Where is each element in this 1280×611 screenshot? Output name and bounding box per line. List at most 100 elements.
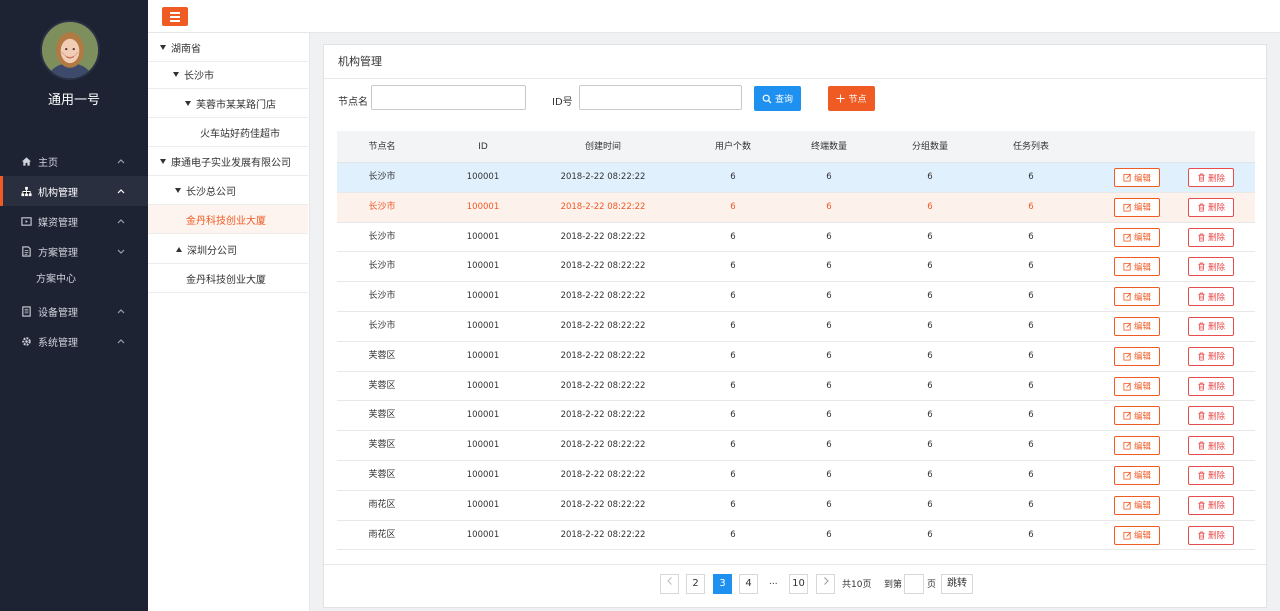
delete-button[interactable]: 删除 <box>1188 346 1234 366</box>
tree-node[interactable]: 康通电子实业发展有限公司 <box>148 147 308 176</box>
page-button-current[interactable]: 3 <box>713 574 732 594</box>
table-row[interactable]: 芙蓉区 100001 2018-2-22 08:22:22 6 6 6 6 编辑 删除 <box>337 371 1255 402</box>
delete-button[interactable]: 删除 <box>1188 197 1234 217</box>
edit-button[interactable]: 编辑 <box>1114 197 1160 217</box>
nav-item-plan[interactable]: 方案管理 <box>0 236 148 266</box>
delete-button[interactable]: 删除 <box>1188 287 1234 307</box>
table-row[interactable]: 长沙市 100001 2018-2-22 08:22:22 6 6 6 6 编辑 删除 <box>337 252 1255 283</box>
delete-button[interactable]: 删除 <box>1188 257 1234 277</box>
tree-node-selected[interactable]: 金丹科技创业大厦 <box>148 205 308 234</box>
table-row[interactable]: 长沙市 100001 2018-2-22 08:22:22 6 6 6 6 编辑 删除 <box>337 163 1255 193</box>
caret-down-icon[interactable] <box>173 71 179 77</box>
cell-users: 6 <box>730 201 736 212</box>
table-row[interactable]: 长沙市 100001 2018-2-22 08:22:22 6 6 6 6 编辑 删除 <box>337 311 1255 342</box>
table-row[interactable]: 雨花区 100001 2018-2-22 08:22:22 6 6 6 6 编辑 删除 <box>337 520 1255 551</box>
tree-node-label: 长沙市 <box>184 70 214 82</box>
nav-item-label: 主页 <box>38 157 58 169</box>
delete-button[interactable]: 删除 <box>1188 525 1234 545</box>
edit-button[interactable]: 编辑 <box>1114 168 1160 187</box>
page-button[interactable]: 10 <box>789 574 808 594</box>
nav-item-home[interactable]: 主页 <box>0 146 148 176</box>
id-input[interactable] <box>579 85 742 110</box>
page-button[interactable]: 4 <box>739 574 758 594</box>
caret-up-icon[interactable] <box>176 246 182 252</box>
nav-subitem-plan-center[interactable]: 方案中心 <box>0 266 148 294</box>
delete-button[interactable]: 删除 <box>1188 316 1234 336</box>
delete-button-label: 删除 <box>1207 262 1225 273</box>
page-unit-label: 页 <box>927 580 937 590</box>
next-page-button[interactable] <box>816 574 835 594</box>
goto-page-input[interactable] <box>904 574 924 594</box>
add-node-button[interactable]: 节点 <box>828 86 875 111</box>
caret-down-icon[interactable] <box>160 44 166 50</box>
hamburger-icon <box>170 15 180 18</box>
edit-button[interactable]: 编辑 <box>1114 406 1160 426</box>
edit-button[interactable]: 编辑 <box>1114 257 1160 277</box>
tree-node[interactable]: 长沙市 <box>148 60 308 89</box>
cell-id: 100001 <box>466 231 500 242</box>
cell-users: 6 <box>730 469 736 480</box>
page-button[interactable]: 2 <box>686 574 705 594</box>
edit-icon <box>1123 412 1131 420</box>
delete-button[interactable]: 删除 <box>1188 376 1234 396</box>
edit-button[interactable]: 编辑 <box>1114 227 1160 247</box>
edit-button-label: 编辑 <box>1133 233 1151 244</box>
tree-node[interactable]: 芙蓉市某某路门店 <box>148 89 308 118</box>
delete-button[interactable]: 删除 <box>1188 465 1234 485</box>
cell-id: 100001 <box>466 201 500 212</box>
tree-node[interactable]: 湖南省 <box>148 33 308 62</box>
tree-node[interactable]: 火车站好药佳超市 <box>148 118 308 147</box>
prev-page-button[interactable] <box>660 574 679 594</box>
nav-item-org[interactable]: 机构管理 <box>0 176 148 206</box>
delete-button[interactable]: 删除 <box>1188 168 1234 187</box>
avatar[interactable] <box>40 20 100 80</box>
tree-node[interactable]: 长沙总公司 <box>148 176 308 205</box>
org-table: 节点名 ID 创建时间 用户个数 终端数量 分组数量 任务列表 长沙市 100001 2018-… <box>337 131 1255 551</box>
table-row[interactable]: 芙蓉区 100001 2018-2-22 08:22:22 6 6 6 6 编辑 删除 <box>337 401 1255 432</box>
nav-item-label: 系统管理 <box>38 337 78 349</box>
cell-terminals: 6 <box>826 499 832 510</box>
query-button[interactable]: 查询 <box>754 86 801 111</box>
edit-button[interactable]: 编辑 <box>1114 316 1160 336</box>
nav-item-system[interactable]: 系统管理 <box>0 326 148 356</box>
tree-node[interactable]: 深圳分公司 <box>148 235 308 264</box>
device-icon <box>20 305 32 317</box>
delete-button[interactable]: 删除 <box>1188 436 1234 456</box>
node-name-input[interactable] <box>371 85 526 110</box>
tree-node[interactable]: 金丹科技创业大厦 <box>148 264 308 293</box>
table-row[interactable]: 长沙市 100001 2018-2-22 08:22:22 6 6 6 6 编辑 删除 <box>337 192 1255 223</box>
delete-button[interactable]: 删除 <box>1188 227 1234 247</box>
edit-button[interactable]: 编辑 <box>1114 495 1160 515</box>
cell-tasks: 6 <box>1028 291 1034 302</box>
tree-node-label: 康通电子实业发展有限公司 <box>171 157 291 169</box>
edit-button[interactable]: 编辑 <box>1114 525 1160 545</box>
trash-icon <box>1198 412 1205 420</box>
table-row[interactable]: 芙蓉区 100001 2018-2-22 08:22:22 6 6 6 6 编辑 删除 <box>337 460 1255 491</box>
cell-name: 长沙市 <box>368 201 396 212</box>
edit-button[interactable]: 编辑 <box>1114 346 1160 366</box>
edit-button[interactable]: 编辑 <box>1114 436 1160 456</box>
home-icon <box>20 155 32 167</box>
nav-item-media[interactable]: 媒资管理 <box>0 206 148 236</box>
table-row[interactable]: 长沙市 100001 2018-2-22 08:22:22 6 6 6 6 编辑 删除 <box>337 282 1255 312</box>
caret-down-icon[interactable] <box>175 187 181 193</box>
nav-item-label: 机构管理 <box>38 187 78 199</box>
menu-toggle-button[interactable] <box>162 7 188 26</box>
edit-button[interactable]: 编辑 <box>1114 465 1160 485</box>
cell-terminals: 6 <box>826 261 832 272</box>
edit-button[interactable]: 编辑 <box>1114 287 1160 307</box>
cell-name: 雨花区 <box>368 499 396 510</box>
delete-button[interactable]: 删除 <box>1188 406 1234 426</box>
edit-button[interactable]: 编辑 <box>1114 376 1160 396</box>
table-row[interactable]: 芙蓉区 100001 2018-2-22 08:22:22 6 6 6 6 编辑 删除 <box>337 431 1255 461</box>
jump-button[interactable]: 跳转 <box>941 574 973 594</box>
search-bar: 节点名 ID号 查询 节点 <box>324 79 1266 131</box>
delete-button[interactable]: 删除 <box>1188 495 1234 515</box>
table-row[interactable]: 雨花区 100001 2018-2-22 08:22:22 6 6 6 6 编辑 删除 <box>337 490 1255 521</box>
table-row[interactable]: 芙蓉区 100001 2018-2-22 08:22:22 6 6 6 6 编辑 删除 <box>337 341 1255 372</box>
caret-down-icon[interactable] <box>185 100 191 106</box>
table-row[interactable]: 长沙市 100001 2018-2-22 08:22:22 6 6 6 6 编辑 删除 <box>337 222 1255 253</box>
caret-down-icon[interactable] <box>160 158 166 164</box>
sidebar: 通用一号 主页 机构管理 媒资管理 方案管理 方案中心 设备管理 系统管理 <box>0 0 148 611</box>
nav-item-device[interactable]: 设备管理 <box>0 296 148 326</box>
